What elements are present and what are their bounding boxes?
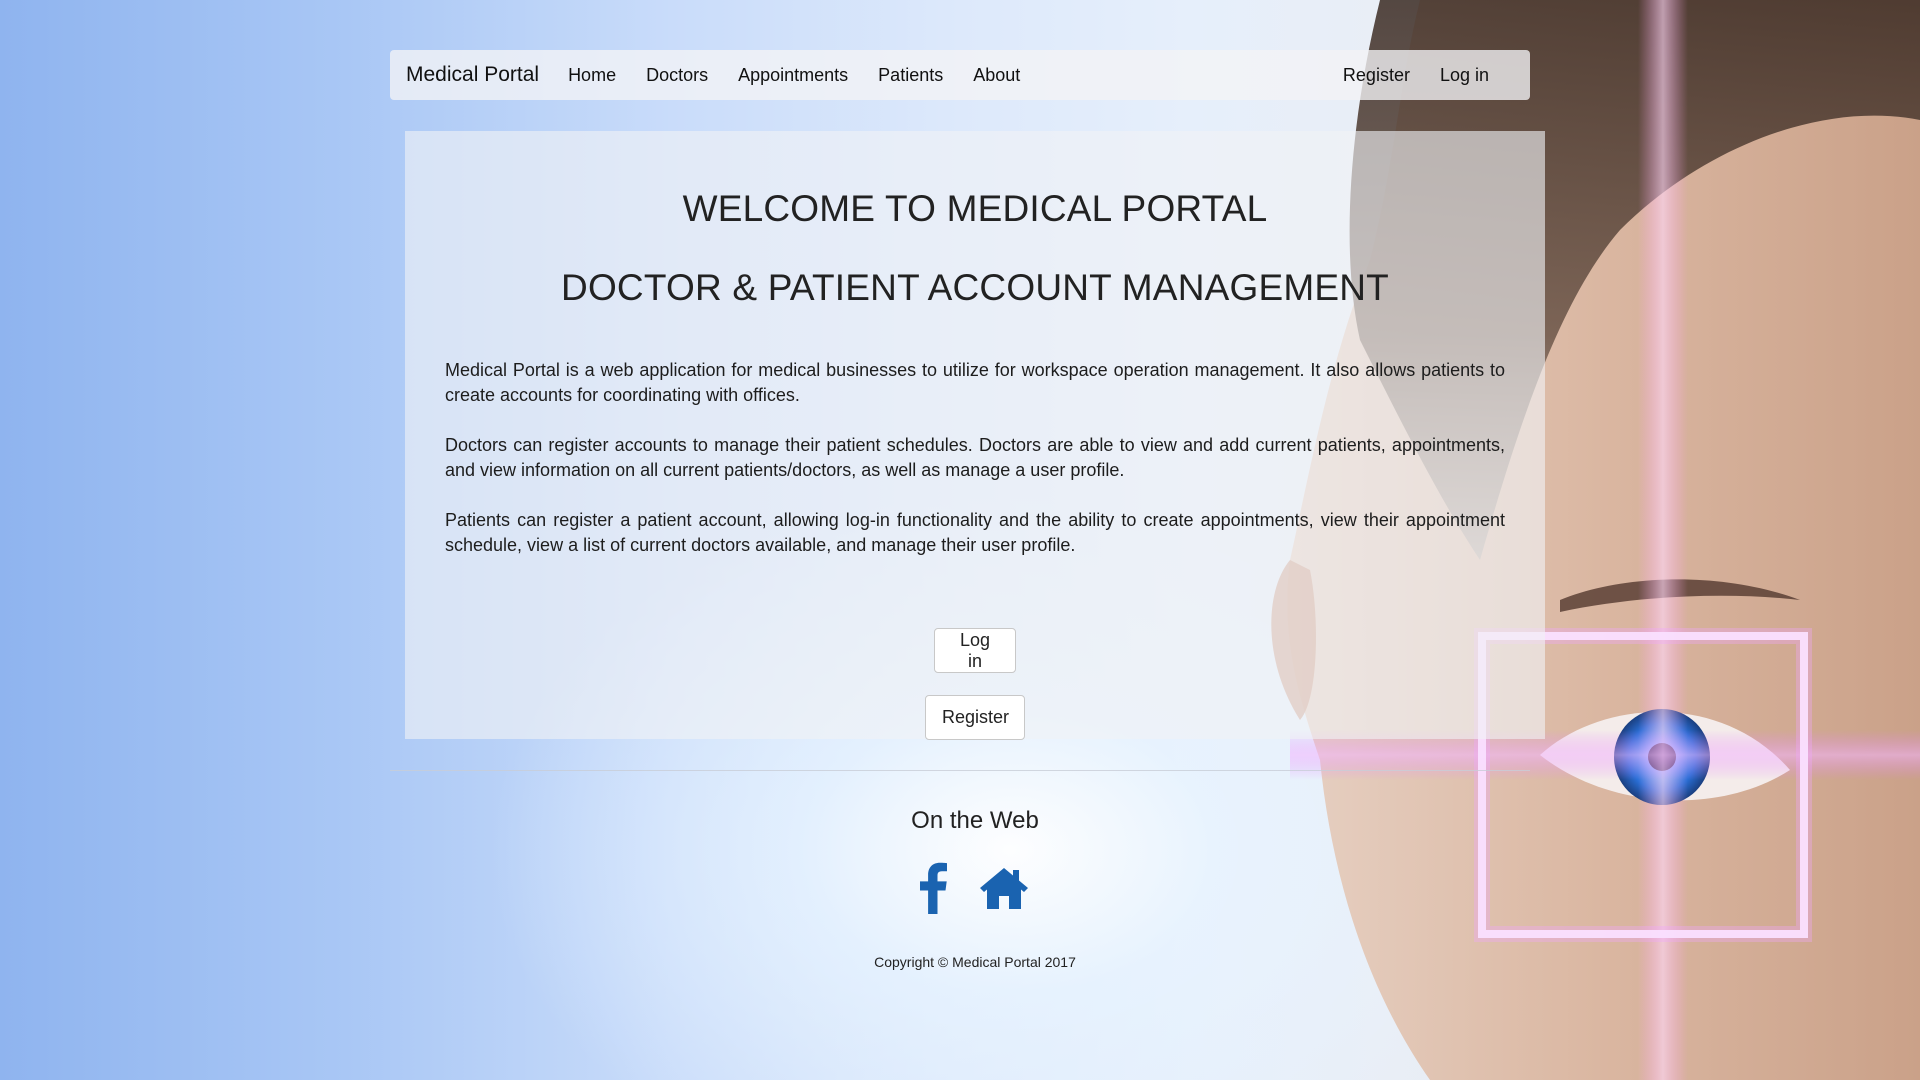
page-subtitle: DOCTOR & PATIENT ACCOUNT MANAGEMENT xyxy=(561,267,1389,308)
nav-home[interactable]: Home xyxy=(568,65,616,86)
home-icon[interactable] xyxy=(978,866,1030,915)
nav-doctors[interactable]: Doctors xyxy=(646,65,708,86)
footer-divider xyxy=(390,770,1530,771)
nav-appointments[interactable]: Appointments xyxy=(738,65,848,86)
facebook-icon[interactable] xyxy=(918,862,948,919)
welcome-panel: WELCOME TO MEDICAL PORTAL DOCTOR & PATIE… xyxy=(405,131,1545,740)
nav-login[interactable]: Log in xyxy=(1440,65,1489,86)
navbar: Medical Portal Home Doctors Appointments… xyxy=(390,50,1530,100)
register-button[interactable]: Register xyxy=(925,695,1025,740)
page-title: WELCOME TO MEDICAL PORTAL xyxy=(682,188,1268,229)
copyright-text: Copyright © Medical Portal 2017 xyxy=(874,954,1076,970)
nav-right: Register Log in xyxy=(1328,65,1504,86)
doctors-paragraph: Doctors can register accounts to manage … xyxy=(445,435,1505,480)
login-button[interactable]: Log in xyxy=(934,628,1016,673)
nav-about[interactable]: About xyxy=(973,65,1020,86)
nav-register[interactable]: Register xyxy=(1343,65,1410,86)
social-links xyxy=(918,862,1030,919)
intro-paragraph: Medical Portal is a web application for … xyxy=(445,360,1505,405)
patients-paragraph: Patients can register a patient account,… xyxy=(445,510,1505,555)
footer-heading: On the Web xyxy=(911,807,1039,834)
brand-link[interactable]: Medical Portal xyxy=(406,63,539,87)
nav-patients[interactable]: Patients xyxy=(878,65,943,86)
